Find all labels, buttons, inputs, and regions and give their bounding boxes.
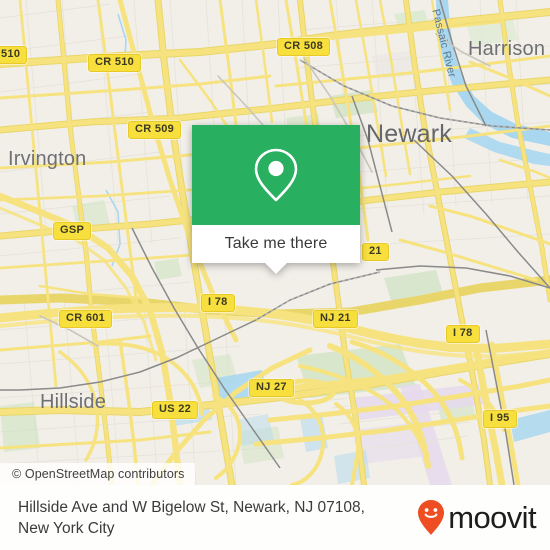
shield-i-95[interactable]: I 95 [483, 410, 517, 428]
shield-cr-508[interactable]: CR 508 [277, 38, 331, 56]
shield-cr-510[interactable]: CR 510 [88, 54, 142, 72]
callout-tail [265, 263, 287, 274]
footer-bar: Hillside Ave and W Bigelow St, Newark, N… [0, 485, 550, 550]
address-line-1: Hillside Ave and W Bigelow St, Newark, N… [18, 498, 365, 516]
map-screenshot: .bg { fill:#f2efe9; } .blk { fill:#efece… [0, 0, 550, 550]
callout-action-bar[interactable]: Take me there [192, 225, 360, 274]
shield-cr-509[interactable]: CR 509 [128, 121, 182, 139]
moovit-wordmark: moovit [448, 500, 536, 535]
map-pin-icon [254, 148, 298, 202]
shield-nj-27[interactable]: NJ 27 [249, 379, 294, 397]
shield-i-78-east[interactable]: I 78 [446, 325, 480, 343]
address-block: Hillside Ave and W Bigelow St, Newark, N… [18, 497, 365, 539]
shield-i-78-west[interactable]: I 78 [201, 294, 235, 312]
address-line-2: New York City [18, 519, 115, 537]
shield-nj-21[interactable]: NJ 21 [313, 310, 358, 328]
shield-us-22[interactable]: US 22 [152, 401, 199, 419]
take-me-there-callout[interactable]: Take me there [192, 125, 360, 274]
shield-cr-601[interactable]: CR 601 [59, 310, 113, 328]
shield-cr-510-west[interactable]: 510 [0, 46, 28, 64]
moovit-pin-smile-icon [418, 499, 445, 535]
map-canvas[interactable]: .bg { fill:#f2efe9; } .blk { fill:#efece… [0, 0, 550, 485]
attribution-text: © OpenStreetMap contributors [12, 467, 185, 481]
moovit-brand[interactable]: moovit [416, 499, 537, 537]
callout-label: Take me there [224, 235, 328, 252]
callout-pin-area [192, 125, 360, 225]
shield-gsp[interactable]: GSP [53, 222, 92, 240]
map-attribution[interactable]: © OpenStreetMap contributors [0, 463, 195, 485]
shield-nj-21-north[interactable]: 21 [362, 243, 389, 261]
